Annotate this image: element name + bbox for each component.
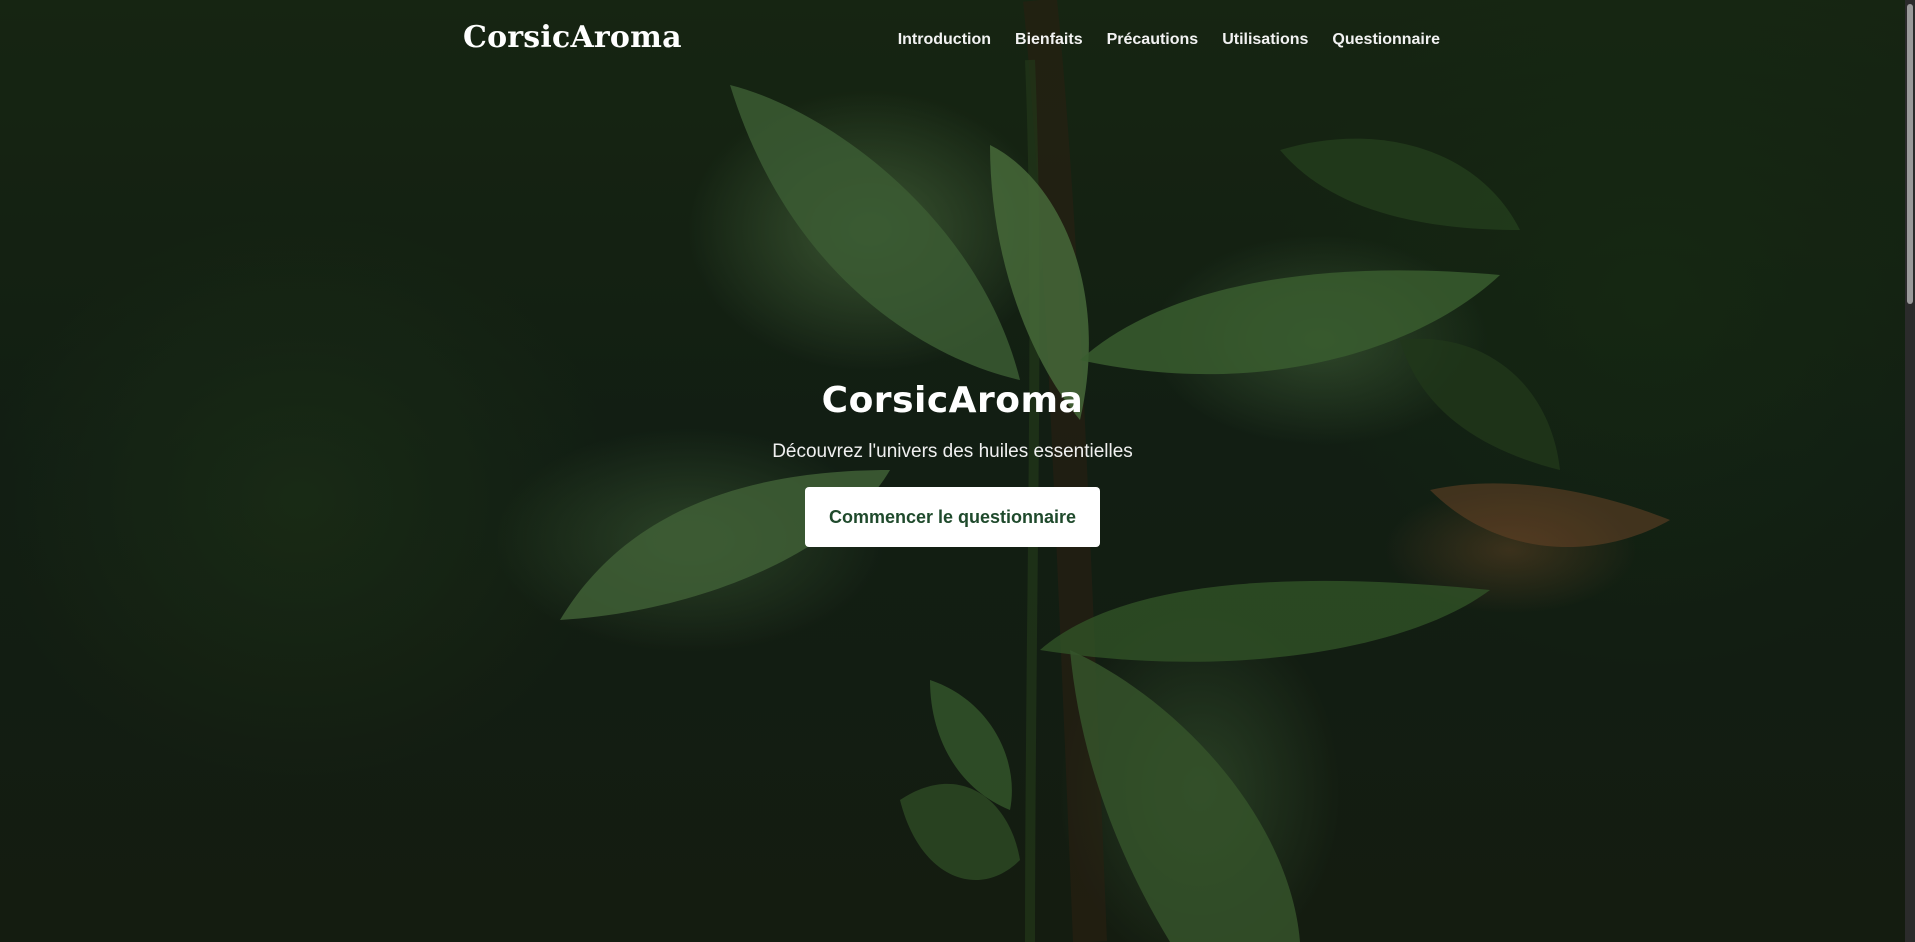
start-questionnaire-button[interactable]: Commencer le questionnaire bbox=[804, 487, 1101, 547]
page: CorsicAroma Introduction Bienfaits Préca… bbox=[0, 0, 1915, 942]
brand-logo-link[interactable]: CorsicAroma bbox=[463, 20, 682, 55]
nav-links: Introduction Bienfaits Précautions Utili… bbox=[898, 31, 1440, 49]
nav-link-questionnaire[interactable]: Questionnaire bbox=[1332, 31, 1440, 49]
nav-link-bienfaits[interactable]: Bienfaits bbox=[1015, 31, 1083, 49]
nav-link-precautions[interactable]: Précautions bbox=[1107, 31, 1199, 49]
top-navigation: CorsicAroma Introduction Bienfaits Préca… bbox=[0, 0, 1915, 84]
nav-link-utilisations[interactable]: Utilisations bbox=[1222, 31, 1308, 49]
hero-title: CorsicAroma bbox=[821, 380, 1084, 421]
nav-link-introduction[interactable]: Introduction bbox=[898, 31, 991, 49]
hero-section: CorsicAroma Découvrez l'univers des huil… bbox=[0, 380, 1905, 547]
hero-subtitle: Découvrez l'univers des huiles essentiel… bbox=[772, 441, 1133, 462]
page-scrollbar[interactable] bbox=[1905, 0, 1915, 942]
scrollbar-thumb[interactable] bbox=[1907, 4, 1913, 304]
